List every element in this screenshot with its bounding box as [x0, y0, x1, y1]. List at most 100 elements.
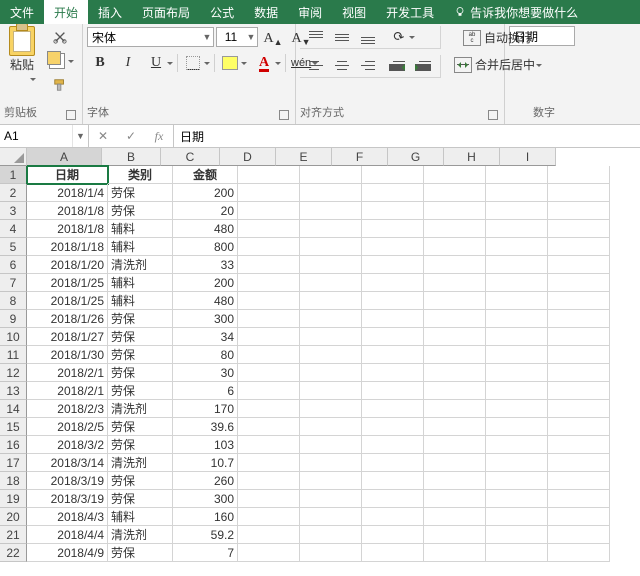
- row-header[interactable]: 11: [0, 346, 27, 364]
- cell[interactable]: [300, 526, 362, 544]
- cell[interactable]: [548, 328, 610, 346]
- cell[interactable]: [424, 436, 486, 454]
- cell[interactable]: [424, 310, 486, 328]
- cell[interactable]: [424, 400, 486, 418]
- cell[interactable]: 300: [173, 310, 238, 328]
- cell[interactable]: 劳保: [108, 328, 173, 346]
- cell[interactable]: [362, 472, 424, 490]
- row-header[interactable]: 16: [0, 436, 27, 454]
- cell[interactable]: 2018/2/3: [27, 400, 108, 418]
- row-header[interactable]: 19: [0, 490, 27, 508]
- cell[interactable]: [548, 310, 610, 328]
- cell[interactable]: [486, 382, 548, 400]
- tab-view[interactable]: 视图: [332, 0, 376, 24]
- cell[interactable]: [362, 544, 424, 562]
- increase-indent-button[interactable]: [411, 55, 437, 77]
- cell[interactable]: 辅料: [108, 238, 173, 256]
- cell[interactable]: 6: [173, 382, 238, 400]
- alignment-dialog-launcher[interactable]: [488, 110, 498, 120]
- cell[interactable]: [362, 202, 424, 220]
- cell[interactable]: [362, 166, 424, 184]
- cell[interactable]: [362, 418, 424, 436]
- row-header[interactable]: 4: [0, 220, 27, 238]
- font-color-button[interactable]: A: [251, 52, 283, 74]
- orientation-button[interactable]: ⟳: [385, 26, 417, 48]
- cell[interactable]: [362, 400, 424, 418]
- cell[interactable]: [300, 490, 362, 508]
- tell-me-search[interactable]: 告诉我你想要做什么: [444, 0, 588, 24]
- cell[interactable]: [424, 472, 486, 490]
- row-header[interactable]: 5: [0, 238, 27, 256]
- cell[interactable]: 80: [173, 346, 238, 364]
- cell[interactable]: [486, 256, 548, 274]
- cell[interactable]: [424, 292, 486, 310]
- cell[interactable]: [424, 328, 486, 346]
- cell[interactable]: [300, 454, 362, 472]
- cell[interactable]: 160: [173, 508, 238, 526]
- cell[interactable]: [548, 238, 610, 256]
- cell[interactable]: [238, 472, 300, 490]
- cell[interactable]: [548, 346, 610, 364]
- cell[interactable]: 2018/1/8: [27, 202, 108, 220]
- cell[interactable]: 300: [173, 490, 238, 508]
- fill-color-button[interactable]: [217, 52, 249, 74]
- cell[interactable]: 劳保: [108, 436, 173, 454]
- cell[interactable]: 2018/2/1: [27, 364, 108, 382]
- cell[interactable]: [300, 292, 362, 310]
- tab-data[interactable]: 数据: [244, 0, 288, 24]
- cell[interactable]: [424, 274, 486, 292]
- cell[interactable]: [238, 436, 300, 454]
- cell[interactable]: [300, 328, 362, 346]
- cell[interactable]: 2018/1/25: [27, 292, 108, 310]
- cell[interactable]: 170: [173, 400, 238, 418]
- row-header[interactable]: 20: [0, 508, 27, 526]
- cell[interactable]: 劳保: [108, 310, 173, 328]
- cell[interactable]: [424, 454, 486, 472]
- cell[interactable]: [486, 436, 548, 454]
- cell[interactable]: [362, 310, 424, 328]
- cell[interactable]: [238, 238, 300, 256]
- row-header[interactable]: 10: [0, 328, 27, 346]
- confirm-formula-button[interactable]: ✓: [117, 124, 145, 148]
- cell[interactable]: [424, 382, 486, 400]
- decrease-indent-button[interactable]: [385, 55, 411, 77]
- cell[interactable]: 2018/4/3: [27, 508, 108, 526]
- clipboard-dialog-launcher[interactable]: [66, 110, 76, 120]
- cell[interactable]: 清洗剂: [108, 526, 173, 544]
- cell[interactable]: [486, 202, 548, 220]
- cell[interactable]: 日期: [27, 166, 108, 184]
- column-header[interactable]: F: [332, 148, 388, 166]
- cell[interactable]: [300, 274, 362, 292]
- column-header[interactable]: B: [102, 148, 161, 166]
- align-center-button[interactable]: [329, 55, 355, 77]
- cell[interactable]: [238, 490, 300, 508]
- cell[interactable]: [548, 364, 610, 382]
- cell[interactable]: [424, 544, 486, 562]
- cell[interactable]: [548, 454, 610, 472]
- cell[interactable]: [362, 292, 424, 310]
- align-left-button[interactable]: [303, 55, 329, 77]
- column-header[interactable]: H: [444, 148, 500, 166]
- cell[interactable]: [238, 508, 300, 526]
- cell[interactable]: 800: [173, 238, 238, 256]
- row-header[interactable]: 21: [0, 526, 27, 544]
- row-header[interactable]: 18: [0, 472, 27, 490]
- cell[interactable]: 清洗剂: [108, 256, 173, 274]
- cell[interactable]: [362, 436, 424, 454]
- cell[interactable]: [424, 508, 486, 526]
- cell[interactable]: [238, 310, 300, 328]
- cell[interactable]: [300, 220, 362, 238]
- tab-insert[interactable]: 插入: [88, 0, 132, 24]
- cell[interactable]: [300, 202, 362, 220]
- cell[interactable]: [238, 364, 300, 382]
- cell[interactable]: 类别: [108, 166, 173, 184]
- row-header[interactable]: 1: [0, 166, 27, 184]
- cell[interactable]: [548, 256, 610, 274]
- cell[interactable]: 辅料: [108, 274, 173, 292]
- cell[interactable]: [362, 454, 424, 472]
- cell[interactable]: [424, 184, 486, 202]
- increase-font-size-button[interactable]: A▲: [260, 26, 286, 48]
- cell[interactable]: [238, 526, 300, 544]
- cell[interactable]: [238, 220, 300, 238]
- cell[interactable]: 2018/3/19: [27, 472, 108, 490]
